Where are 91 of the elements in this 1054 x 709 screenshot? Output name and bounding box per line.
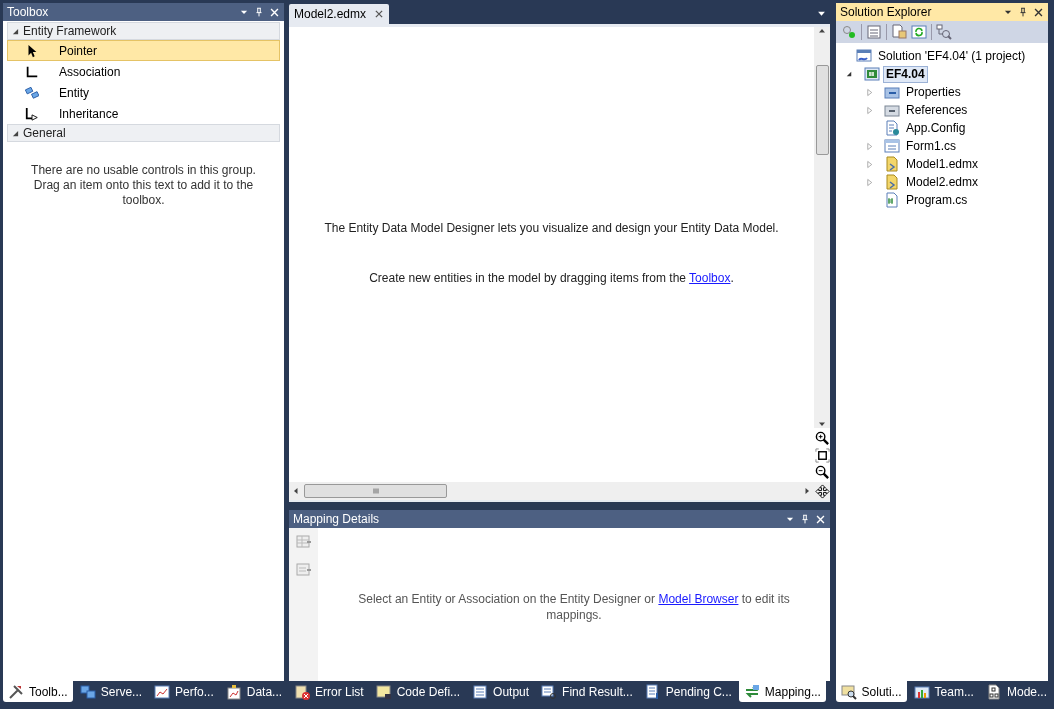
grip-lines-icon <box>371 487 380 495</box>
toolbox-item[interactable]: Pointer <box>7 40 280 61</box>
dropdown-arrow-icon <box>817 9 826 18</box>
canvas-message: The Entity Data Model Designer lets you visualize and design your Entity Data Model. <box>324 220 779 237</box>
tool-window-tab[interactable]: Mapping... <box>738 681 826 702</box>
toolbox-item[interactable]: Association <box>7 61 280 82</box>
tree-item[interactable]: Form1.cs <box>903 137 959 155</box>
line-chart-icon <box>154 683 171 700</box>
scroll-down-arrow-icon <box>818 420 826 428</box>
refresh-icon <box>911 24 927 40</box>
form-file-icon <box>884 138 900 154</box>
tool-window-tab[interactable]: Data... <box>220 681 288 702</box>
computers-icon <box>79 683 96 700</box>
output-lines-icon <box>472 683 489 700</box>
config-file-icon <box>884 120 900 136</box>
close-icon <box>815 513 826 525</box>
pin-icon <box>800 513 810 525</box>
empty-group-message: There are no usable controls in this group. Drag an item onto this text to add it to the toolbox. <box>30 163 257 208</box>
scroll-up-arrow-icon <box>818 27 826 35</box>
horizontal-scrollbar[interactable] <box>289 482 814 500</box>
close-icon <box>374 9 385 19</box>
diagram-file-icon <box>985 683 1002 700</box>
canvas-hint: Create new entities in the model by dragging items from the Toolbox. <box>369 270 734 287</box>
panel-title: Mapping Details <box>293 511 381 528</box>
scroll-thumb[interactable] <box>304 484 447 498</box>
panel-title: Solution Explorer <box>840 4 933 21</box>
table-arrow-icon <box>295 534 312 550</box>
tree-item[interactable]: Solution 'EF4.04' (1 project) <box>875 47 1029 65</box>
toolbox-item[interactable]: Inheritance <box>7 103 280 124</box>
inheritance-arrow-icon <box>25 106 39 121</box>
tool-window-tab[interactable]: Team... <box>908 681 979 702</box>
magnifier-window-icon <box>840 683 857 700</box>
mapping-arrows-icon <box>743 683 760 700</box>
close-icon <box>1033 6 1044 18</box>
class-diagram-icon <box>936 24 952 40</box>
tool-window-tab[interactable]: Code Defi... <box>370 681 466 702</box>
team-chart-icon <box>913 683 930 700</box>
collapsed-triangle-icon[interactable] <box>866 159 873 169</box>
vertical-scrollbar[interactable] <box>814 27 830 428</box>
tool-window-tab[interactable]: Mode... <box>980 681 1052 702</box>
tool-window-tab[interactable]: Perfo... <box>149 681 219 702</box>
toolbox-item[interactable]: Entity <box>7 82 280 103</box>
clipboard-error-icon <box>294 683 310 700</box>
tree-item[interactable]: EF4.04 <box>883 65 928 83</box>
mapping-message: Select an Entity or Association on the Entity Designer or Model Browser to edit its mappings. <box>357 591 791 624</box>
zoom-to-fit-icon <box>814 448 830 463</box>
tool-window-tab[interactable]: Find Result... <box>536 681 638 702</box>
move-arrows-icon <box>814 483 830 499</box>
group-header[interactable]: Entity Framework <box>7 22 280 40</box>
tool-window-tab[interactable]: Pending C... <box>639 681 737 702</box>
model-file-icon <box>884 174 900 190</box>
refresh-dot-icon <box>841 24 857 40</box>
tool-window-tab[interactable]: Soluti... <box>835 681 907 702</box>
close-icon <box>269 6 280 18</box>
tree-item[interactable]: Properties <box>903 83 964 101</box>
tree-item[interactable]: Model1.edmx <box>903 155 982 173</box>
properties-window-icon <box>866 24 882 40</box>
scroll-left-arrow-icon <box>292 487 300 495</box>
tool-window-tab[interactable]: Toolb... <box>3 681 73 702</box>
documents-icon <box>891 24 907 40</box>
collapsed-triangle-icon[interactable] <box>866 87 873 97</box>
tool-window-tab[interactable]: Output <box>467 681 535 702</box>
tree-item[interactable]: References <box>903 101 971 119</box>
pin-icon <box>1018 6 1028 18</box>
group-header[interactable]: General <box>7 124 280 142</box>
tree-item[interactable]: App.Config <box>903 119 969 137</box>
scroll-right-arrow-icon <box>803 487 811 495</box>
corner-line-icon <box>25 64 39 79</box>
panel-title: Toolbox <box>7 4 50 21</box>
solution-icon <box>856 48 872 64</box>
tree-item[interactable]: Program.cs <box>903 191 971 209</box>
find-list-icon <box>541 683 558 700</box>
tool-window-tab[interactable]: Serve... <box>74 681 148 702</box>
model-file-icon <box>884 156 900 172</box>
expanded-triangle-icon[interactable] <box>846 71 852 77</box>
pending-list-icon <box>644 683 661 700</box>
data-chart-icon <box>225 683 242 700</box>
code-window-icon <box>375 683 392 700</box>
collapsed-triangle-icon[interactable] <box>866 105 873 115</box>
document-tab[interactable]: Model2.edmx <box>289 4 390 24</box>
collapsed-triangle-icon[interactable] <box>866 141 873 151</box>
expanded-triangle-icon <box>12 129 19 137</box>
expanded-triangle-icon <box>12 27 19 35</box>
model-browser-link[interactable]: Model Browser <box>658 592 739 606</box>
scroll-thumb[interactable] <box>815 65 829 155</box>
pin-icon <box>254 6 264 18</box>
tree-item[interactable]: Model2.edmx <box>903 173 982 191</box>
hammer-wrench-icon <box>8 683 24 700</box>
collapsed-triangle-icon[interactable] <box>866 177 873 187</box>
tool-window-tab[interactable]: Error List <box>289 681 369 702</box>
entity-shapes-icon <box>25 85 39 100</box>
